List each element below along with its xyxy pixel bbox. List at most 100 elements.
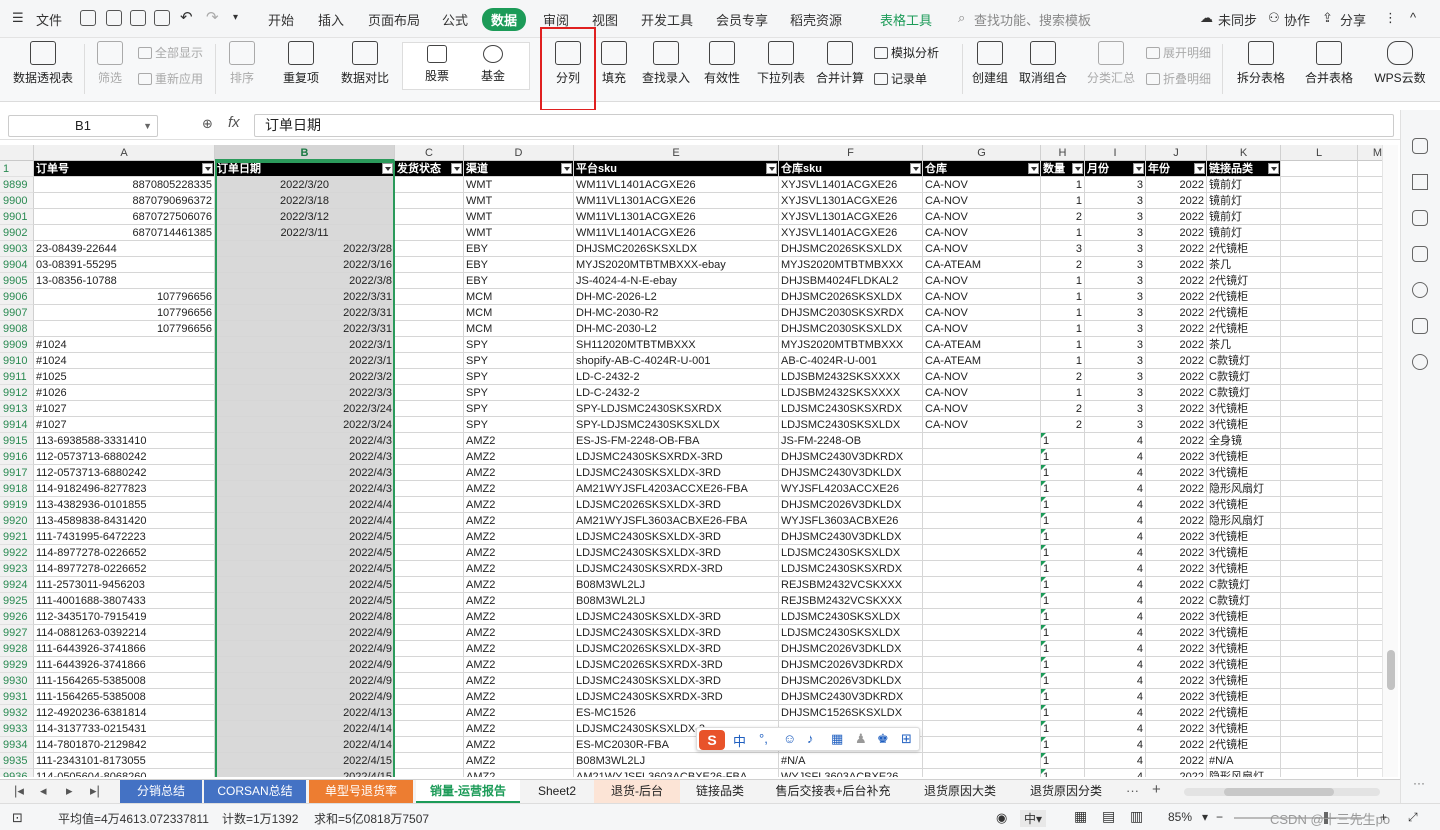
name-box[interactable]: B1 ▼ (8, 115, 158, 137)
cell[interactable] (395, 625, 464, 641)
cell[interactable]: MCM (464, 305, 574, 321)
page-break-icon[interactable]: ▥ (1130, 808, 1143, 825)
cell[interactable]: DHJSMC1526SKSXLDX (779, 705, 923, 721)
cell[interactable]: 112-0573713-6880242 (34, 465, 215, 481)
cell[interactable]: 茶几 (1207, 257, 1281, 273)
cell[interactable]: 2022 (1146, 705, 1207, 721)
cell[interactable]: 2022 (1146, 369, 1207, 385)
cell[interactable]: 镜前灯 (1207, 225, 1281, 241)
row-header[interactable]: 9920 (0, 513, 34, 529)
cell[interactable]: MYJS2020MTBTMBXXX (779, 337, 923, 353)
cell[interactable]: 1 (1041, 545, 1085, 561)
cell[interactable]: CA-NOV (923, 273, 1041, 289)
row-header[interactable]: 9913 (0, 401, 34, 417)
header-cell[interactable]: 仓库sku (779, 161, 923, 177)
cell[interactable]: 114-0505604-8068260 (34, 769, 215, 777)
cell[interactable]: CA-ATEAM (923, 337, 1041, 353)
cell[interactable] (923, 721, 1041, 737)
cell[interactable]: 3 (1085, 177, 1146, 193)
input-mode-icon[interactable]: 中▾ (1020, 810, 1047, 827)
sheet-tab[interactable]: 链接品类 (684, 780, 756, 803)
sheet-tab[interactable]: CORSAN总结 (204, 780, 306, 803)
column-header[interactable]: H (1041, 145, 1085, 161)
cell[interactable]: DHJSMC2026SKSXLDX (574, 241, 779, 257)
undo-icon[interactable]: ↶ (180, 8, 193, 26)
cell[interactable]: #N/A (1207, 753, 1281, 769)
cell[interactable] (1281, 449, 1358, 465)
cell[interactable]: 3 (1085, 385, 1146, 401)
cell[interactable]: REJSBM2432VCSKXXX (779, 593, 923, 609)
cell[interactable]: 2022 (1146, 433, 1207, 449)
cell[interactable] (1281, 561, 1358, 577)
cell[interactable]: #1027 (34, 417, 215, 433)
cell[interactable]: 111-6443926-3741866 (34, 657, 215, 673)
cell[interactable]: 112-4920236-6381814 (34, 705, 215, 721)
stock-button[interactable]: 股票 (417, 45, 457, 84)
pivot-table-button[interactable]: 数据透视表 (10, 41, 76, 86)
fill-button[interactable]: 填充 (594, 41, 634, 86)
cell[interactable]: 1 (1041, 465, 1085, 481)
date-cell[interactable]: 2022/4/5 (215, 593, 395, 609)
cell[interactable]: 2022 (1146, 465, 1207, 481)
cell[interactable]: #1027 (34, 401, 215, 417)
cell[interactable] (1281, 577, 1358, 593)
cell[interactable]: LDJSMC2430SKSXLDX (779, 625, 923, 641)
cell[interactable]: JS-4024-4-N-E-ebay (574, 273, 779, 289)
row-header[interactable]: 9905 (0, 273, 34, 289)
header-cell[interactable]: 链接品类 (1207, 161, 1281, 177)
skin-icon[interactable]: ♚ (877, 731, 889, 747)
cell[interactable]: 2022 (1146, 753, 1207, 769)
cell[interactable]: 4 (1085, 753, 1146, 769)
cell[interactable]: EBY (464, 257, 574, 273)
row-header[interactable]: 9915 (0, 433, 34, 449)
cell[interactable]: SPY (464, 369, 574, 385)
cell[interactable] (395, 641, 464, 657)
row-header[interactable]: 9911 (0, 369, 34, 385)
backup-icon[interactable] (1412, 246, 1428, 262)
cell[interactable]: 2022 (1146, 321, 1207, 337)
share-icon[interactable]: ⇪ (1322, 10, 1333, 26)
cell[interactable]: 4 (1085, 689, 1146, 705)
cell[interactable]: 2022 (1146, 401, 1207, 417)
cell[interactable] (923, 497, 1041, 513)
cell[interactable]: 2022 (1146, 545, 1207, 561)
date-cell[interactable]: 2022/4/3 (215, 433, 395, 449)
cell[interactable] (395, 401, 464, 417)
column-header[interactable]: K (1207, 145, 1281, 161)
zoom-dropdown-icon[interactable]: ▾ (1202, 810, 1208, 824)
cell[interactable]: 3 (1085, 209, 1146, 225)
sheet-tab[interactable]: 分销总结 (120, 780, 202, 803)
tab-docer[interactable]: 稻壳资源 (790, 10, 842, 29)
cell[interactable]: 4 (1085, 609, 1146, 625)
date-cell[interactable]: 2022/4/14 (215, 737, 395, 753)
cell[interactable]: 3 (1085, 321, 1146, 337)
row-header[interactable]: 9916 (0, 449, 34, 465)
help-icon[interactable] (1412, 282, 1428, 298)
ime-toolbar[interactable]: S 中 °, ☺ ♪ ▦ ♟ ♚ ⊞ (696, 727, 920, 751)
cell[interactable]: C款镜灯 (1207, 593, 1281, 609)
row-header[interactable]: 9926 (0, 609, 34, 625)
row-header[interactable]: 9914 (0, 417, 34, 433)
cell[interactable]: WMT (464, 193, 574, 209)
cell[interactable] (923, 593, 1041, 609)
cell[interactable]: 2 (1041, 369, 1085, 385)
row-header[interactable]: 9906 (0, 289, 34, 305)
cell[interactable]: 4 (1085, 481, 1146, 497)
cell[interactable]: 4 (1085, 625, 1146, 641)
cell[interactable]: 111-4001688-3807433 (34, 593, 215, 609)
expand-detail-button[interactable]: 展开明细 (1146, 44, 1211, 61)
cell[interactable]: DH-MC-2026-L2 (574, 289, 779, 305)
cell[interactable] (923, 657, 1041, 673)
cell[interactable] (1281, 657, 1358, 673)
cell[interactable]: 2022 (1146, 497, 1207, 513)
cell[interactable]: LDJSMC2430SKSXRDX-3RD (574, 449, 779, 465)
cell[interactable]: AMZ2 (464, 721, 574, 737)
cell[interactable] (395, 577, 464, 593)
filter-dropdown-icon[interactable] (766, 163, 777, 174)
date-cell[interactable]: 2022/3/24 (215, 401, 395, 417)
status-sum[interactable]: 求和=5亿0818万7507 (314, 810, 429, 827)
cell[interactable]: AMZ2 (464, 465, 574, 481)
cell[interactable] (395, 337, 464, 353)
cell[interactable]: 8870805228335 (34, 177, 215, 193)
sheet-tab[interactable]: 退货原因大类 (910, 780, 1010, 803)
